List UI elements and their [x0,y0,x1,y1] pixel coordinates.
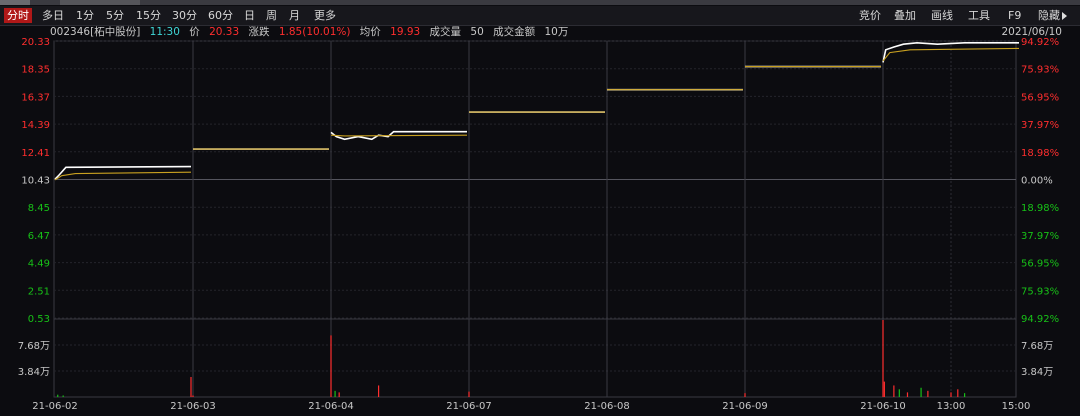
day-label: 21-06-09 [722,401,767,412]
day-label: 21-06-08 [584,401,629,412]
price-tick-label: 2.51 [28,286,50,297]
avg-price-line [54,171,192,181]
price-tick-label: 16.37 [21,92,50,103]
price-tick-label: 14.39 [21,120,50,131]
pct-tick-label: 18.98% [1021,203,1059,214]
pct-tick-label: 56.95% [1021,92,1059,103]
pct-tick-label: 37.97% [1021,120,1059,131]
price-tick-label: 0.53 [28,314,50,325]
day-label: 21-06-04 [308,401,353,412]
volume-tick-label: 3.84万 [18,367,50,378]
pct-tick-label: 37.97% [1021,231,1059,242]
price-tick-label: 20.33 [21,37,50,48]
price-tick-label: 10.43 [21,176,50,187]
pct-tick-label: 94.92% [1021,314,1059,325]
pct-tick-label: 75.93% [1021,65,1059,76]
pct-tick-label: 0.00% [1021,176,1053,187]
avg-price-line [330,134,468,137]
day-label: 21-06-07 [446,401,491,412]
price-tick-label: 4.49 [28,259,50,270]
day-label: 21-06-10 [860,401,905,412]
chart-frame [53,40,1017,398]
pct-tick-label: 18.98% [1021,148,1059,159]
price-tick-label: 6.47 [28,231,50,242]
day-label: 21-06-02 [32,401,77,412]
pct-tick-label: 56.95% [1021,259,1059,270]
time-label: 15:00 [1002,401,1031,412]
pct-tick-label: 75.93% [1021,286,1059,297]
time-label: 13:00 [937,401,966,412]
pct-tick-label: 94.92% [1021,37,1059,48]
volume-tick-label-right: 7.68万 [1021,341,1053,352]
price-tick-label: 18.35 [21,65,50,76]
price-tick-label: 12.41 [21,148,50,159]
intraday-multiday-chart[interactable]: 20.33 94.92% 18.35 75.93% 16.37 56.95% 14.39 37… [0,0,1080,416]
volume-tick-label: 7.68万 [18,341,50,352]
volume-tick-label-right: 3.84万 [1021,367,1053,378]
day-label: 21-06-03 [170,401,215,412]
price-tick-label: 8.45 [28,203,50,214]
